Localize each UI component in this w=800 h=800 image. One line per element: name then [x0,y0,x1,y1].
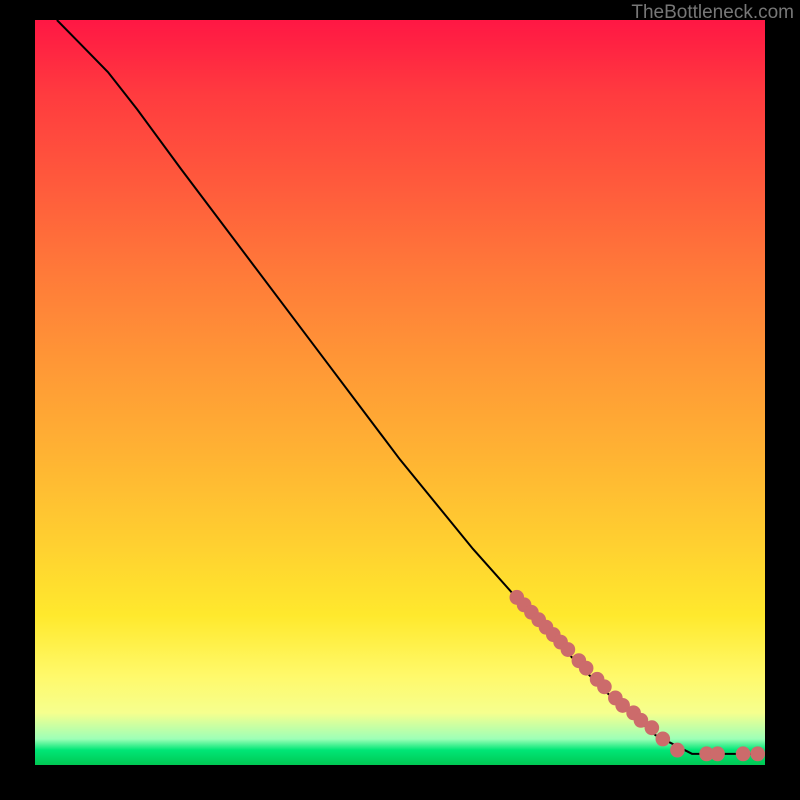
data-points [510,590,766,761]
bottleneck-curve [57,20,758,754]
watermark-text: TheBottleneck.com [631,2,794,24]
chart-svg [35,20,765,765]
plot-area [35,20,765,765]
chart-frame: TheBottleneck.com [0,0,800,800]
